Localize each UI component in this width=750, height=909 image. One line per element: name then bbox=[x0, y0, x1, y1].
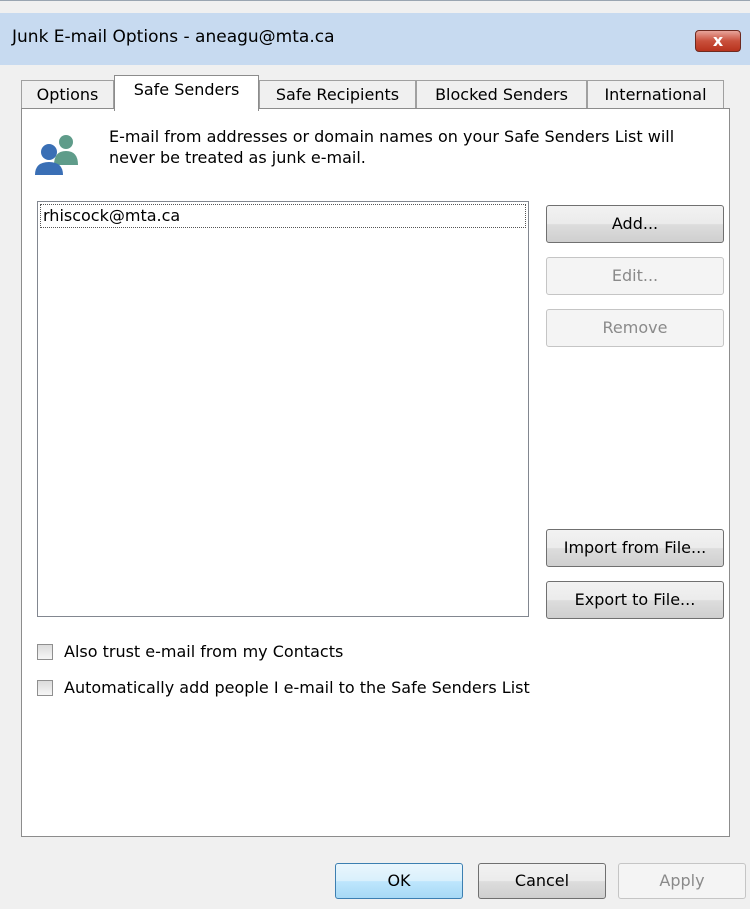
export-to-file-button[interactable]: Export to File... bbox=[546, 581, 724, 619]
junk-email-options-dialog: Junk E-mail Options - aneagu@mta.ca x Op… bbox=[0, 0, 750, 909]
safe-senders-panel: E-mail from addresses or domain names on… bbox=[21, 108, 730, 837]
safe-senders-description: E-mail from addresses or domain names on… bbox=[109, 127, 675, 167]
ok-button[interactable]: OK bbox=[335, 863, 463, 899]
apply-button[interactable]: Apply bbox=[618, 863, 746, 899]
trust-contacts-label: Also trust e-mail from my Contacts bbox=[64, 642, 344, 661]
tab-strip: Options Safe Senders Safe Recipients Blo… bbox=[21, 75, 731, 111]
trust-contacts-checkbox[interactable] bbox=[37, 644, 53, 660]
tab-international[interactable]: International bbox=[587, 80, 724, 110]
auto-add-checkbox[interactable] bbox=[37, 680, 53, 696]
tab-safe-senders[interactable]: Safe Senders bbox=[114, 75, 259, 111]
auto-add-label: Automatically add people I e-mail to the… bbox=[64, 678, 530, 697]
window-title: Junk E-mail Options - aneagu@mta.ca bbox=[12, 27, 335, 47]
title-bar[interactable]: Junk E-mail Options - aneagu@mta.ca x bbox=[0, 13, 750, 65]
safe-senders-list[interactable]: rhiscock@mta.ca bbox=[37, 201, 529, 617]
people-icon bbox=[35, 135, 78, 175]
add-button[interactable]: Add... bbox=[546, 205, 724, 243]
import-from-file-button[interactable]: Import from File... bbox=[546, 529, 724, 567]
tab-safe-recipients[interactable]: Safe Recipients bbox=[259, 80, 416, 110]
tab-blocked-senders[interactable]: Blocked Senders bbox=[416, 80, 587, 110]
list-item[interactable]: rhiscock@mta.ca bbox=[40, 204, 526, 228]
tab-options[interactable]: Options bbox=[21, 80, 114, 110]
close-button[interactable]: x bbox=[695, 30, 741, 52]
remove-button[interactable]: Remove bbox=[546, 309, 724, 347]
edit-button[interactable]: Edit... bbox=[546, 257, 724, 295]
close-icon: x bbox=[712, 31, 724, 50]
cancel-button[interactable]: Cancel bbox=[478, 863, 606, 899]
